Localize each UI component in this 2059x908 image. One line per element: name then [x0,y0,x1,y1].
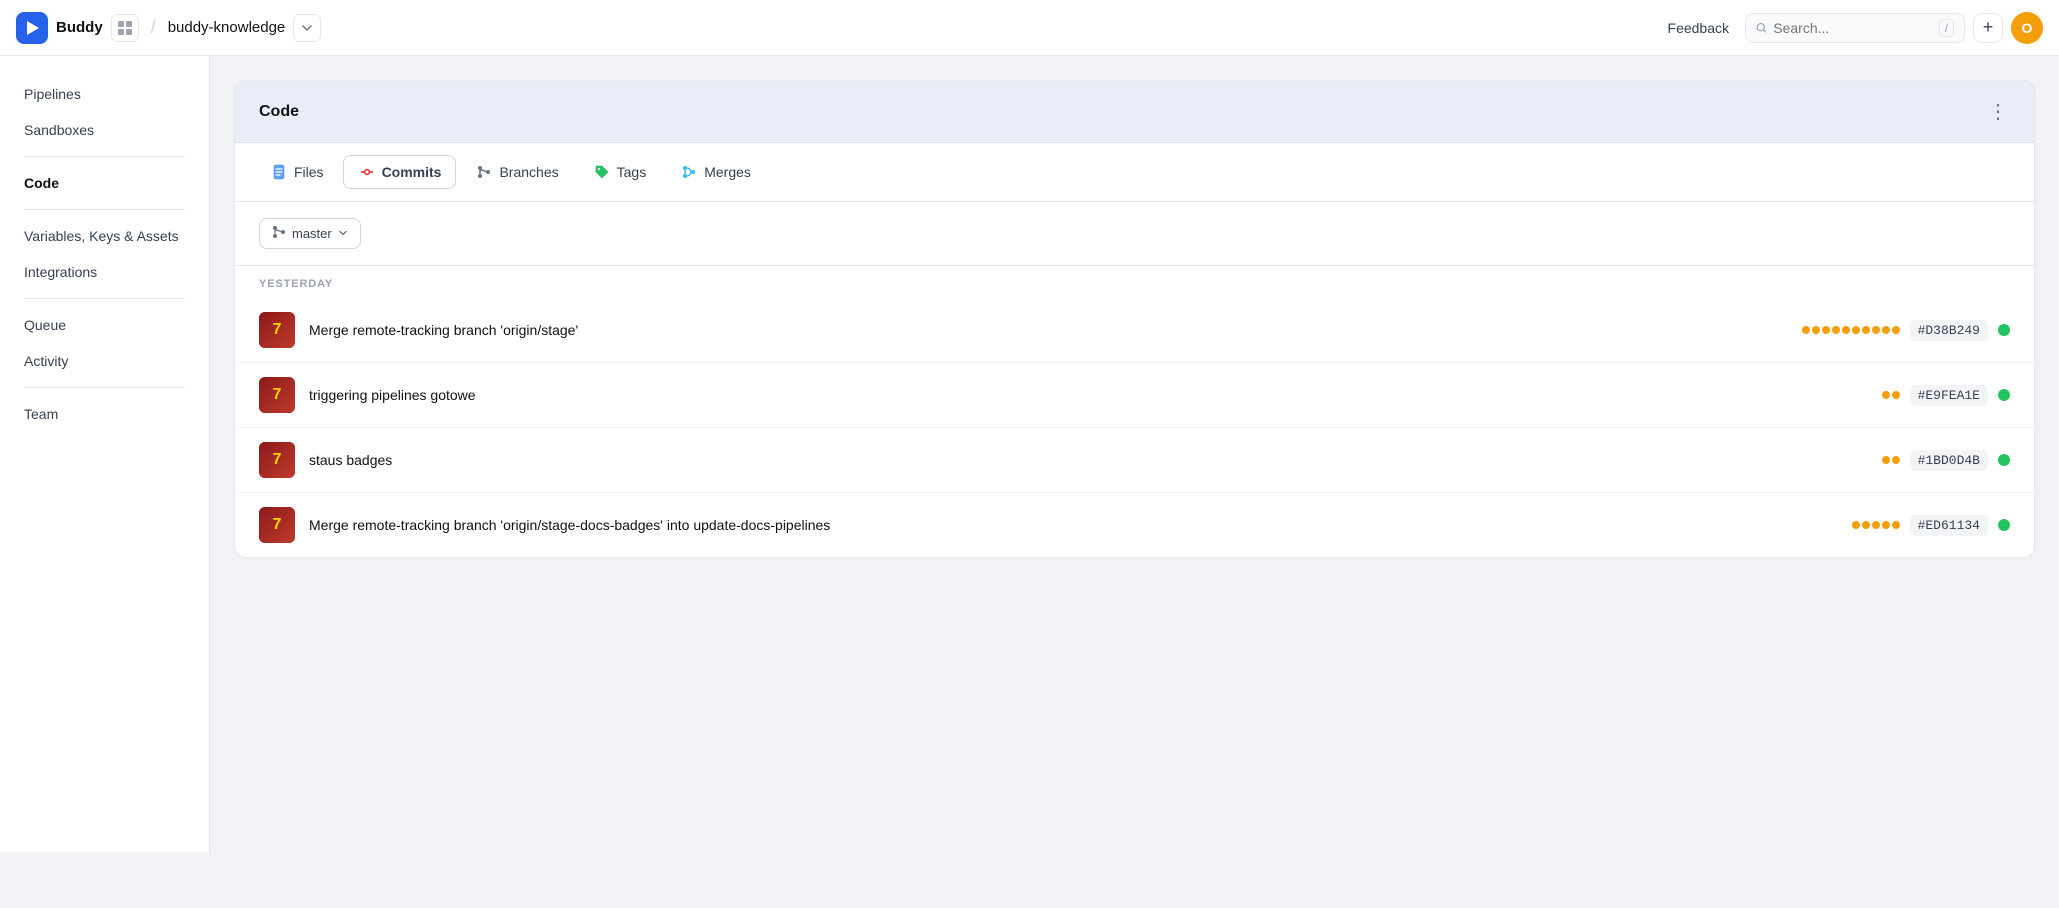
commit-row: triggering pipelines gotowe #E9FEA1E [235,363,2034,428]
sidebar-item-integrations[interactable]: Integrations [0,254,209,290]
branch-icon [272,225,286,242]
add-button[interactable]: + [1973,13,2003,43]
card-title: Code [259,103,299,121]
pipeline-dots [1802,326,1900,334]
tab-files-label: Files [294,164,324,180]
commit-status-indicator [1998,324,2010,336]
tab-merges-label: Merges [704,164,751,180]
commit-hash[interactable]: #D38B249 [1910,320,1988,341]
merges-icon [680,163,698,181]
main-content: Code ⋮ Files [210,56,2059,852]
commit-hash[interactable]: #ED61134 [1910,515,1988,536]
commit-row: Merge remote-tracking branch 'origin/sta… [235,298,2034,363]
card-menu-icon[interactable]: ⋮ [1988,99,2010,124]
commit-meta: #ED61134 [1852,515,2010,536]
pipeline-dots [1882,456,1900,464]
commit-meta: #E9FEA1E [1882,385,2010,406]
tabs-bar: Files Commits [235,143,2034,202]
commit-meta: #1BD0D4B [1882,450,2010,471]
commit-status-indicator [1998,519,2010,531]
sidebar-divider-4 [24,387,185,388]
layout: Pipelines Sandboxes Code Variables, Keys… [0,56,2059,852]
branch-dropdown-button[interactable]: master [259,218,361,249]
commits-icon [358,163,376,181]
tab-branches[interactable]: Branches [460,155,573,189]
files-icon [270,163,288,181]
branch-dropdown-icon [338,226,348,241]
commit-message: triggering pipelines gotowe [309,387,1868,403]
commit-message: Merge remote-tracking branch 'origin/sta… [309,517,1838,533]
commits-section-label: YESTERDAY [235,266,2034,298]
search-bar[interactable]: / [1745,13,1965,43]
tab-branches-label: Branches [499,164,558,180]
tab-commits-label: Commits [382,164,442,180]
commit-hash[interactable]: #1BD0D4B [1910,450,1988,471]
commit-avatar [259,442,295,478]
tags-icon [593,163,611,181]
branch-name: master [292,226,332,241]
commit-avatar [259,507,295,543]
commit-message: staus badges [309,452,1868,468]
commits-section: YESTERDAY Merge remote-tracking branch '… [235,266,2034,557]
search-shortcut: / [1939,19,1954,37]
app-name: Buddy [56,19,103,36]
header-divider: / [151,17,156,38]
sidebar-item-sandboxes[interactable]: Sandboxes [0,112,209,148]
commit-avatar [259,312,295,348]
project-name: buddy-knowledge [168,19,286,36]
commit-hash[interactable]: #E9FEA1E [1910,385,1988,406]
commit-row: staus badges #1BD0D4B [235,428,2034,493]
buddy-logo[interactable] [16,12,48,44]
search-icon [1756,21,1767,35]
sidebar-item-queue[interactable]: Queue [0,307,209,343]
feedback-link[interactable]: Feedback [1660,16,1737,40]
branches-icon [475,163,493,181]
commit-message: Merge remote-tracking branch 'origin/sta… [309,322,1788,338]
code-card: Code ⋮ Files [234,80,2035,558]
tab-tags[interactable]: Tags [578,155,662,189]
sidebar-divider-1 [24,156,185,157]
sidebar-item-pipelines[interactable]: Pipelines [0,76,209,112]
commit-status-indicator [1998,389,2010,401]
commit-row: Merge remote-tracking branch 'origin/sta… [235,493,2034,557]
search-input[interactable] [1773,20,1932,36]
tab-merges[interactable]: Merges [665,155,766,189]
tab-commits[interactable]: Commits [343,155,457,189]
commit-status-indicator [1998,454,2010,466]
commit-avatar [259,377,295,413]
pipeline-dots [1852,521,1900,529]
card-header: Code ⋮ [235,81,2034,143]
sidebar: Pipelines Sandboxes Code Variables, Keys… [0,56,210,852]
sidebar-divider-3 [24,298,185,299]
grid-icon[interactable] [111,14,139,42]
pipeline-dots [1882,391,1900,399]
tab-tags-label: Tags [617,164,647,180]
branch-selector: master [235,202,2034,266]
user-avatar[interactable]: O [2011,12,2043,44]
sidebar-item-activity[interactable]: Activity [0,343,209,379]
sidebar-item-team[interactable]: Team [0,396,209,432]
commit-meta: #D38B249 [1802,320,2010,341]
sidebar-item-variables[interactable]: Variables, Keys & Assets [0,218,209,254]
sidebar-divider-2 [24,209,185,210]
sidebar-item-code[interactable]: Code [0,165,209,201]
project-dropdown[interactable] [293,14,321,42]
tab-files[interactable]: Files [255,155,339,189]
header: Buddy / buddy-knowledge Feedback / + O [0,0,2059,56]
